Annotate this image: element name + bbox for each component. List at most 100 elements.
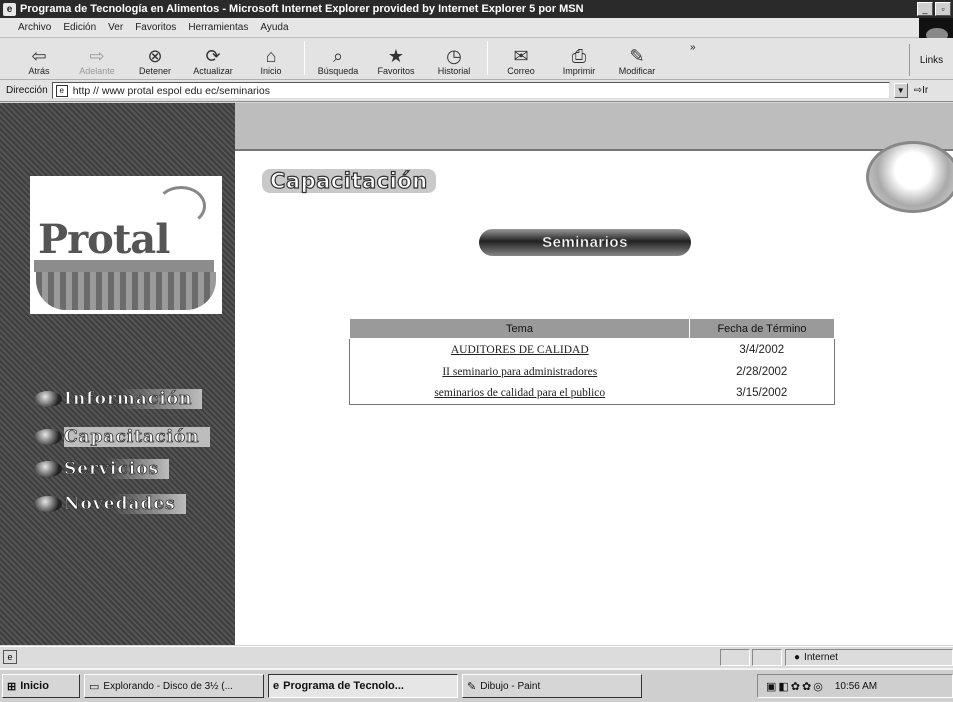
nav-capacitacion[interactable]: Capacitación [34, 427, 210, 447]
menu-bar: Archivo Edición Ver Favoritos Herramient… [0, 18, 953, 56]
toolbar-separator [487, 41, 488, 75]
search-label: Búsqueda [317, 66, 359, 76]
toolbar-separator [304, 41, 305, 75]
menu-edicion[interactable]: Edición [63, 22, 96, 33]
go-label: Ir [922, 85, 929, 96]
task-label: Programa de Tecnolo... [283, 680, 404, 692]
nav-informacion[interactable]: Información [34, 389, 203, 409]
edit-button[interactable]: ✎ Modificar [608, 39, 666, 79]
ie-icon: e [273, 680, 280, 692]
refresh-button[interactable]: ⟳ Actualizar [184, 39, 242, 79]
start-button[interactable]: ⊞ Inicio [2, 674, 80, 698]
internet-zone-icon: ● [794, 652, 801, 663]
minimize-button[interactable]: _ [917, 2, 933, 16]
seminarios-label: Seminarios [542, 234, 628, 252]
nav-label: Servicios [64, 459, 170, 479]
stop-label: Detener [138, 66, 172, 76]
home-button[interactable]: ⌂ Inicio [242, 39, 300, 79]
seminar-link[interactable]: II seminario para administradores [442, 366, 597, 378]
standard-toolbar: ⇦ Atrás ⇨ Adelante ⊗ Detener ⟳ Actualiza… [0, 38, 953, 80]
menu-ver[interactable]: Ver [108, 22, 123, 33]
table-row: seminarios de calidad para el publico 3/… [350, 383, 835, 405]
status-cell [752, 649, 782, 666]
seminarios-pill: Seminarios [479, 229, 691, 256]
task-explorer[interactable]: ▭ Explorando - Disco de 3½ (... [84, 674, 264, 698]
table-header-row: Tema Fecha de Término [349, 318, 835, 339]
favorites-label: Favoritos [377, 66, 415, 76]
mail-label: Correo [507, 66, 535, 76]
status-page-icon: e [3, 650, 17, 664]
forward-button[interactable]: ⇨ Adelante [68, 39, 126, 79]
table-cell-topic: AUDITORES DE CALIDAD [350, 339, 690, 361]
header-stripe [235, 103, 953, 175]
column-header-tema: Tema [349, 318, 690, 339]
seminar-link[interactable]: seminarios de calidad para el publico [434, 387, 605, 399]
window-title: Programa de Tecnología en Alimentos - Mi… [20, 3, 584, 15]
status-bar: e ● Internet [0, 646, 953, 667]
nav-novedades[interactable]: Novedades [34, 494, 186, 514]
start-label: Inicio [20, 680, 49, 692]
nav-label: Novedades [64, 494, 186, 514]
security-zone: ● Internet [785, 649, 953, 666]
address-dropdown-icon[interactable]: ▼ [893, 83, 908, 98]
history-icon: ◷ [446, 46, 462, 66]
nav-bullet-icon [34, 391, 62, 407]
protal-logo[interactable]: Protal [30, 176, 222, 314]
task-label: Explorando - Disco de 3½ (... [103, 680, 233, 692]
page-icon: e [55, 84, 68, 97]
table-cell-topic: seminarios de calidad para el publico [350, 383, 690, 405]
favorites-button[interactable]: ★ Favoritos [367, 39, 425, 79]
stop-button[interactable]: ⊗ Detener [126, 39, 184, 79]
left-nav-panel: Protal Información Capacitación Servicio… [0, 103, 235, 645]
search-button[interactable]: ⌕ Búsqueda [309, 39, 367, 79]
nav-label: Capacitación [64, 427, 210, 447]
seminar-link[interactable]: AUDITORES DE CALIDAD [451, 344, 589, 356]
menu-ayuda[interactable]: Ayuda [260, 22, 288, 33]
edit-label: Modificar [618, 66, 656, 76]
print-button[interactable]: ⎙ Imprimir [550, 39, 608, 79]
nav-bullet-icon [34, 496, 62, 512]
address-bar: Dirección e http // www protal espol edu… [0, 80, 953, 102]
nav-servicios[interactable]: Servicios [34, 459, 170, 479]
table-row: II seminario para administradores 2/28/2… [350, 361, 835, 383]
menu-favoritos[interactable]: Favoritos [135, 22, 176, 33]
forward-arrow-icon: ⇨ [89, 46, 105, 66]
ie-window-icon[interactable]: e [3, 2, 16, 16]
nav-bullet-icon [34, 461, 62, 477]
address-label: Dirección [6, 85, 48, 96]
tray-icons[interactable]: ▣◧✿✿◎ [766, 680, 825, 693]
links-button[interactable]: Links [909, 44, 953, 76]
address-url: http // www protal espol edu ec/seminari… [72, 84, 270, 97]
back-label: Atrás [28, 66, 50, 76]
mail-button[interactable]: ✉ Correo [492, 39, 550, 79]
logo-artwork [36, 272, 216, 310]
taskbar: ⊞ Inicio ▭ Explorando - Disco de 3½ (...… [0, 668, 953, 702]
toolbar-chevron-icon[interactable]: » [690, 42, 696, 53]
history-label: Historial [437, 66, 471, 76]
seminars-table: Tema Fecha de Término AUDITORES DE CALID… [349, 318, 835, 405]
table-cell-date: 3/15/2002 [736, 387, 788, 400]
go-button[interactable]: ⇨Ir [914, 85, 929, 96]
table-cell-date: 2/28/2002 [736, 365, 788, 378]
section-title: Capacitación [262, 168, 436, 194]
table-row: AUDITORES DE CALIDAD 3/4/2002 [350, 339, 835, 361]
status-cell [720, 649, 750, 666]
maximize-button[interactable]: ▫ [935, 2, 951, 16]
mail-icon: ✉ [513, 46, 529, 66]
menu-herramientas[interactable]: Herramientas [188, 22, 248, 33]
address-input[interactable]: e http // www protal espol edu ec/semina… [51, 82, 890, 99]
favorites-icon: ★ [387, 46, 405, 66]
refresh-icon: ⟳ [205, 46, 221, 66]
task-ie[interactable]: e Programa de Tecnolo... [268, 674, 458, 698]
task-paint[interactable]: ✎ Dibujo - Paint [462, 674, 642, 698]
table-cell-topic: II seminario para administradores [350, 361, 690, 383]
zone-label: Internet [804, 652, 838, 663]
search-icon: ⌕ [332, 46, 344, 66]
table-cell-date: 3/4/2002 [739, 343, 785, 356]
menu-archivo[interactable]: Archivo [18, 22, 51, 33]
system-tray: ▣◧✿✿◎ 10:56 AM [757, 674, 953, 698]
history-button[interactable]: ◷ Historial [425, 39, 483, 79]
clock[interactable]: 10:56 AM [835, 681, 877, 692]
back-button[interactable]: ⇦ Atrás [10, 39, 68, 79]
column-header-fecha: Fecha de Término [689, 318, 835, 339]
